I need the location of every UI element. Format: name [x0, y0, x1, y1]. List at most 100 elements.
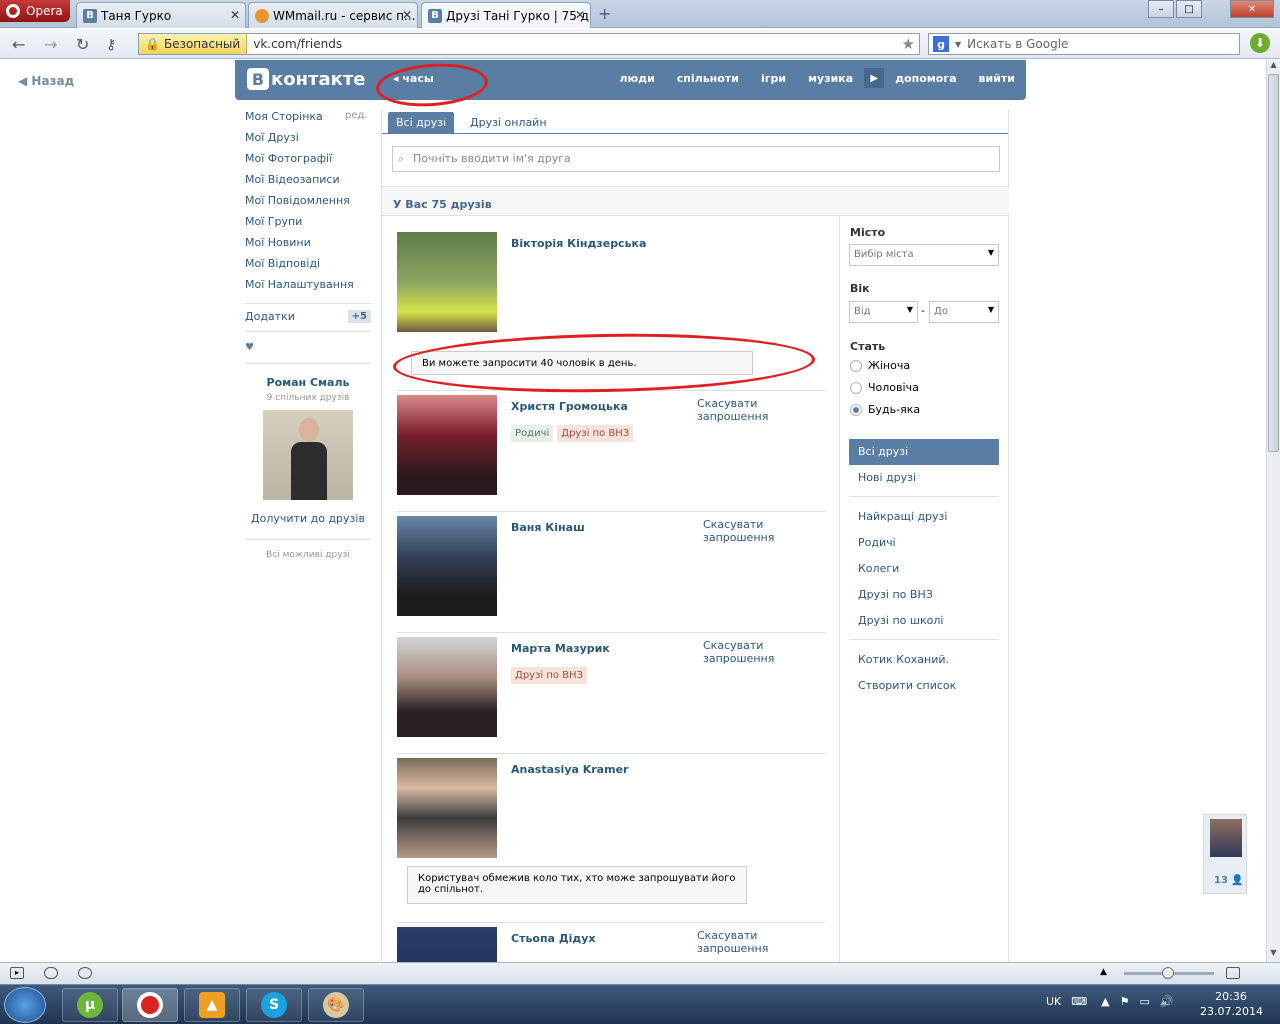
play-icon[interactable]: ▶ [864, 68, 885, 88]
back-link[interactable]: ◀ Назад [18, 74, 74, 88]
all-possible-friends-link[interactable]: Всі можливі друзі [245, 539, 371, 560]
zoom-reset-icon[interactable] [1226, 967, 1240, 979]
nav-music[interactable]: музика [797, 72, 864, 88]
forward-arrow-icon[interactable]: → [44, 35, 57, 54]
scroll-up-icon[interactable]: ▲ [1267, 60, 1280, 74]
network-icon[interactable]: ▭ [1140, 995, 1150, 1008]
suggest-name[interactable]: Роман Смаль [245, 376, 371, 389]
zoom-slider-knob[interactable] [1162, 967, 1174, 979]
new-tab-icon[interactable]: + [598, 4, 611, 23]
close-tab-icon[interactable]: ✕ [230, 8, 240, 22]
nav-help[interactable]: допомога [884, 72, 967, 88]
friend-name[interactable]: Ваня Кінаш [511, 521, 585, 534]
start-button[interactable] [4, 987, 46, 1023]
scroll-down-icon[interactable]: ▼ [1267, 948, 1280, 962]
friend-name[interactable]: Вікторія Кіндзерська [511, 237, 646, 250]
tag-university[interactable]: Друзі по ВНЗ [557, 425, 634, 442]
tag-university[interactable]: Друзі по ВНЗ [511, 667, 587, 684]
friend-name[interactable]: Стьопа Дідух [511, 932, 596, 945]
nav-communities[interactable]: спільноти [666, 72, 750, 88]
zoom-icon[interactable]: ▲ [1100, 967, 1107, 977]
sex-radio-male[interactable]: Чоловіча [850, 381, 919, 394]
tray-arrow-icon[interactable]: ▲ [1101, 995, 1109, 1008]
language-indicator[interactable]: UK [1046, 995, 1061, 1008]
tab-all-friends[interactable]: Всі друзі [388, 112, 455, 134]
menu-my-answers[interactable]: Мої Відповіді [245, 257, 371, 278]
panel-toggle-icon[interactable]: ▸ [10, 967, 24, 979]
age-to-select[interactable]: До ▼ [929, 301, 999, 323]
friend-avatar[interactable] [397, 637, 497, 737]
cancel-invite-link[interactable]: Скасувати запрошення [703, 518, 829, 544]
tab-friends[interactable]: B Друзі Тані Гурко | 75 д... ✕ [421, 2, 591, 28]
taskbar-utorrent[interactable]: µ [62, 988, 118, 1022]
menu-my-photos[interactable]: Мої Фотографії [245, 152, 371, 173]
chevron-down-icon[interactable]: ▼ [955, 40, 961, 49]
search-field[interactable]: g ▼ Искать в Google [928, 33, 1240, 55]
cancel-invite-link[interactable]: Скасувати запрошення [703, 639, 829, 665]
minimize-button[interactable]: – [1148, 0, 1174, 18]
edit-link[interactable]: ред. [345, 110, 368, 121]
zoom-slider[interactable] [1124, 967, 1214, 979]
age-from-select[interactable]: Від ▼ [849, 301, 918, 323]
tag-relatives[interactable]: Родичі [511, 425, 554, 442]
tab-tanya-gurko[interactable]: B Таня Гурко ✕ [76, 2, 246, 28]
list-school-friends[interactable]: Друзі по школі [849, 608, 999, 634]
scroll-thumb[interactable] [1268, 74, 1279, 452]
menu-my-settings[interactable]: Мої Налаштування [245, 278, 371, 299]
suggest-avatar[interactable] [263, 410, 353, 500]
list-relatives[interactable]: Родичі [849, 530, 999, 556]
list-university-friends[interactable]: Друзі по ВНЗ [849, 582, 999, 608]
heart-icon[interactable]: ♥ [245, 332, 371, 364]
menu-my-messages[interactable]: Мої Повідомлення [245, 194, 371, 215]
download-icon[interactable]: ⬇ [1250, 33, 1270, 53]
vk-logo[interactable]: Bконтакте [247, 68, 365, 90]
sex-radio-female[interactable]: Жіноча [850, 359, 910, 372]
tab-wmmail[interactable]: WMmail.ru - сервис п... ✕ [248, 2, 418, 28]
key-icon[interactable]: ⚷ [106, 37, 116, 53]
close-window-button[interactable]: ✕ [1230, 0, 1274, 18]
taskbar-opera[interactable] [122, 988, 178, 1022]
menu-my-news[interactable]: Мої Новини [245, 236, 371, 257]
page-scrollbar[interactable]: ▲ ▼ [1266, 60, 1280, 962]
friend-avatar[interactable] [397, 758, 497, 858]
city-select[interactable]: Вибір міста ▼ [849, 244, 999, 266]
close-tab-icon[interactable]: ✕ [575, 8, 585, 22]
volume-icon[interactable]: 🔊 [1160, 995, 1174, 1008]
nav-logout[interactable]: вийти [968, 72, 1026, 88]
cancel-invite-link[interactable]: Скасувати запрошення [697, 397, 823, 423]
taskbar-aimp[interactable]: ▲ [184, 988, 240, 1022]
nav-games[interactable]: ігри [750, 72, 797, 88]
list-new-friends[interactable]: Нові друзі [849, 465, 999, 491]
menu-my-videos[interactable]: Мої Відеозаписи [245, 173, 371, 194]
bookmark-star-icon[interactable]: ★ [902, 35, 915, 53]
list-all-friends[interactable]: Всі друзі [849, 439, 999, 465]
reload-icon[interactable]: ↻ [76, 35, 89, 54]
list-colleagues[interactable]: Колеги [849, 556, 999, 582]
cancel-invite-link[interactable]: Скасувати запрошення [697, 929, 823, 955]
add-friend-link[interactable]: Долучити до друзів [245, 512, 371, 525]
menu-my-friends[interactable]: Мої Друзі [245, 131, 371, 152]
friend-avatar[interactable] [397, 232, 497, 332]
url-field[interactable]: 🔒 Безопасный vk.com/friends ★ [138, 33, 920, 55]
list-kotyk[interactable]: Котик Коханий. [849, 647, 999, 673]
keyboard-icon[interactable]: ⌨ [1071, 995, 1087, 1008]
speed-dial-icon[interactable] [78, 967, 92, 979]
list-best-friends[interactable]: Найкращі друзі [849, 504, 999, 530]
taskbar-paint[interactable]: 🎨 [308, 988, 364, 1022]
opera-menu-button[interactable]: Opera [0, 0, 70, 22]
nav-people[interactable]: люди [608, 72, 665, 88]
chat-widget[interactable]: 13 👤 [1203, 814, 1247, 894]
tab-friends-online[interactable]: Друзі онлайн [462, 112, 555, 134]
friend-avatar[interactable] [397, 395, 497, 495]
menu-my-groups[interactable]: Мої Групи [245, 215, 371, 236]
flag-icon[interactable]: ⚑ [1120, 995, 1130, 1008]
friend-name[interactable]: Марта Мазурик [511, 642, 610, 655]
back-arrow-icon[interactable]: ← [12, 35, 25, 54]
friend-search-input[interactable]: ⌕ Почніть вводити ім'я друга [392, 146, 1000, 172]
taskbar-skype[interactable]: S [246, 988, 302, 1022]
clock[interactable]: 20:36 23.07.2014 [1200, 989, 1263, 1019]
close-tab-icon[interactable]: ✕ [402, 8, 412, 22]
friend-avatar[interactable] [397, 516, 497, 616]
secure-badge[interactable]: 🔒 Безопасный [139, 34, 248, 54]
create-list-link[interactable]: Створити список [849, 673, 999, 699]
